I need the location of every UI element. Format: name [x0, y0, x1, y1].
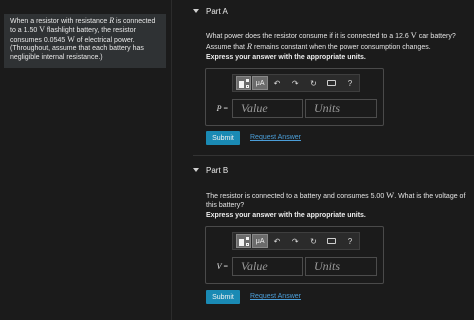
- part-divider: [193, 155, 474, 156]
- part-b-submit-button[interactable]: Submit: [206, 290, 240, 304]
- part-b-header[interactable]: Part B: [193, 165, 228, 175]
- text-segment: When a resistor with resistance: [10, 18, 110, 25]
- part-b-instruction: Express your answer with the appropriate…: [206, 212, 366, 219]
- keyboard-icon[interactable]: [323, 234, 341, 248]
- part-a-question: What power does the resistor consume if …: [206, 31, 466, 52]
- value-input[interactable]: Value: [232, 98, 303, 118]
- problem-statement: When a resistor with resistance R is con…: [4, 14, 166, 68]
- part-a-answer-box: μA ↶ ↷ ↻ ? P = Value Units: [205, 68, 384, 126]
- part-a-equation-row: P = Value Units: [210, 98, 377, 118]
- text-segment: What power does the resistor consume if …: [206, 33, 411, 40]
- part-a-header[interactable]: Part A: [193, 6, 228, 16]
- reset-icon[interactable]: ↻: [304, 76, 322, 90]
- part-a-submit-button[interactable]: Submit: [206, 131, 240, 145]
- part-a-toolbar: μA ↶ ↷ ↻ ?: [232, 74, 360, 92]
- reset-icon[interactable]: ↻: [304, 234, 322, 248]
- redo-icon[interactable]: ↷: [286, 234, 304, 248]
- part-b-equation-row: V = Value Units: [210, 256, 377, 276]
- part-b-question: The resistor is connected to a battery a…: [206, 191, 466, 210]
- collapse-caret-icon[interactable]: [193, 9, 199, 13]
- text-segment: remains constant when the power consumpt…: [252, 43, 431, 51]
- keyboard-icon[interactable]: [323, 76, 341, 90]
- redo-icon[interactable]: ↷: [286, 76, 304, 90]
- units-button[interactable]: μA: [252, 234, 268, 248]
- undo-icon[interactable]: ↶: [268, 234, 286, 248]
- part-a-request-answer-link[interactable]: Request Answer: [250, 134, 301, 141]
- problem-sidebar: When a resistor with resistance R is con…: [0, 0, 172, 320]
- part-b-answer-box: μA ↶ ↷ ↻ ? V = Value Units: [205, 226, 384, 284]
- help-icon[interactable]: ?: [341, 234, 359, 248]
- answer-variable-label: V =: [216, 261, 228, 271]
- templates-icon[interactable]: [236, 234, 252, 248]
- text-segment: The resistor is connected to a battery a…: [206, 193, 387, 200]
- part-a-title: Part A: [206, 6, 228, 16]
- part-a-instruction: Express your answer with the appropriate…: [206, 54, 366, 61]
- units-button[interactable]: μA: [252, 76, 268, 90]
- undo-icon[interactable]: ↶: [268, 76, 286, 90]
- answer-variable-label: P =: [216, 103, 228, 113]
- unit-symbol: W: [67, 34, 75, 44]
- templates-icon[interactable]: [236, 76, 252, 90]
- units-input[interactable]: Units: [305, 98, 377, 118]
- unit-symbol: W: [386, 190, 395, 200]
- help-icon[interactable]: ?: [341, 76, 359, 90]
- collapse-caret-icon[interactable]: [193, 168, 199, 172]
- part-b-toolbar: μA ↶ ↷ ↻ ?: [232, 232, 360, 250]
- part-b-title: Part B: [206, 165, 229, 175]
- value-input[interactable]: Value: [232, 256, 303, 276]
- part-b-request-answer-link[interactable]: Request Answer: [250, 293, 301, 300]
- units-input[interactable]: Units: [305, 256, 377, 276]
